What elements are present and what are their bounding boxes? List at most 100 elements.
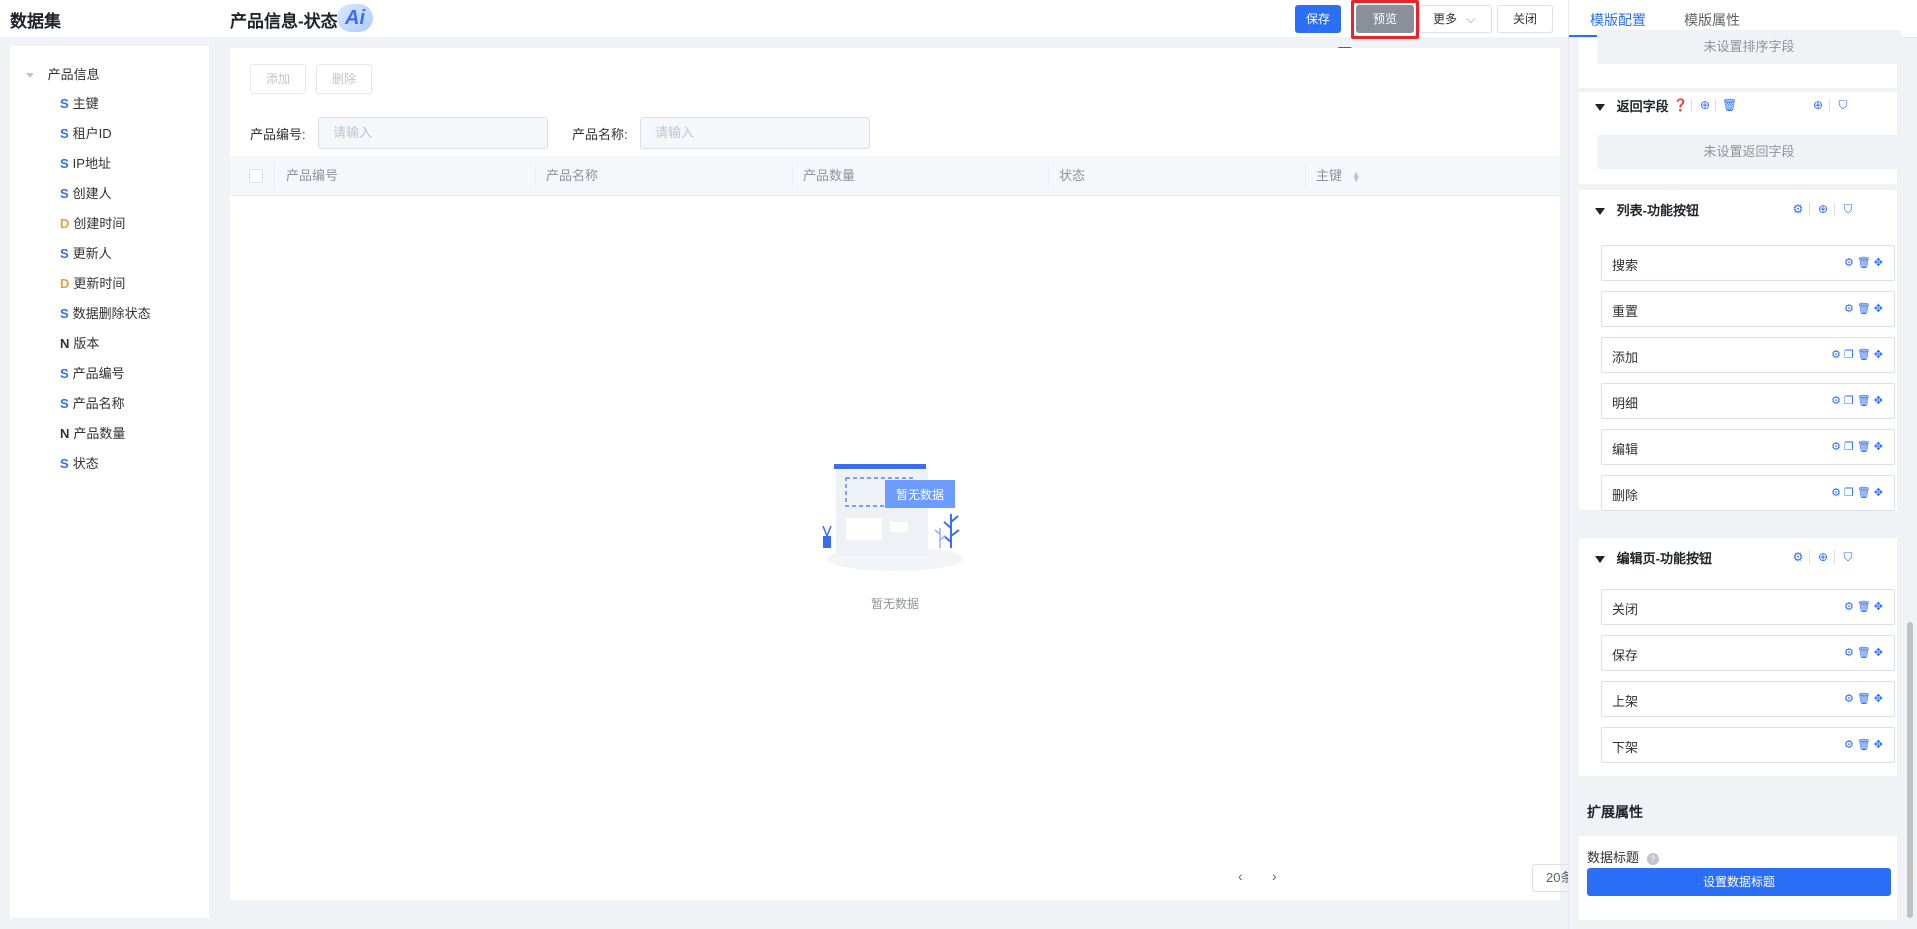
ai-badge-icon[interactable]: Ai — [337, 4, 373, 32]
gear-icon[interactable]: ⚙ — [1844, 693, 1857, 705]
column-divider — [535, 164, 536, 188]
trash-icon[interactable]: 🗑 — [1857, 441, 1874, 453]
field-type-badge: S — [60, 306, 69, 321]
tree-item[interactable]: S 产品名称 — [60, 393, 125, 412]
gear-icon[interactable]: ⚙ — [1844, 739, 1857, 751]
tree-item[interactable]: S 状态 — [60, 453, 99, 472]
help-icon[interactable]: ❓ — [1673, 98, 1688, 112]
move-icon[interactable]: ✥ — [1874, 257, 1886, 269]
gear-icon[interactable]: ⚙ — [1844, 601, 1857, 613]
function-button-row[interactable]: 添加 ⚙❐🗑✥ — [1601, 337, 1895, 373]
function-button-row[interactable]: 搜索 ⚙🗑✥ — [1601, 245, 1895, 281]
move-icon[interactable]: ✥ — [1874, 601, 1886, 613]
copy-icon[interactable]: ❐ — [1844, 487, 1857, 499]
tree-item[interactable]: N 版本 — [60, 333, 99, 352]
tree-item[interactable]: S 主键 — [60, 93, 99, 112]
function-button-row[interactable]: 下架 ⚙🗑✥ — [1601, 727, 1895, 763]
return-fields-header[interactable]: 返回字段 — [1595, 96, 1669, 115]
tab-template-config[interactable]: 模版配置 — [1590, 10, 1646, 30]
tree-item[interactable]: S IP地址 — [60, 153, 111, 172]
function-button-row[interactable]: 保存 ⚙🗑✥ — [1601, 635, 1895, 671]
tree-item[interactable]: S 租户ID — [60, 123, 112, 142]
add-button[interactable]: 添加 — [250, 64, 306, 94]
shield-icon[interactable]: ⛉ — [1841, 550, 1855, 564]
empty-state-illustration: 暂无数据 — [822, 464, 963, 571]
move-icon[interactable]: ✥ — [1874, 693, 1886, 705]
next-page-icon[interactable]: › — [1272, 868, 1277, 884]
plus-circle-icon[interactable]: ⊕ — [1816, 550, 1830, 564]
move-icon[interactable]: ✥ — [1874, 487, 1886, 499]
copy-icon[interactable]: ❐ — [1844, 349, 1857, 361]
select-all-checkbox[interactable] — [249, 169, 263, 183]
trash-icon[interactable]: 🗑 — [1857, 693, 1874, 705]
move-icon[interactable]: ✥ — [1874, 739, 1886, 751]
tree-item[interactable]: N 产品数量 — [60, 423, 125, 442]
function-button-row[interactable]: 重置 ⚙🗑✥ — [1601, 291, 1895, 327]
tree-item[interactable]: S 更新人 — [60, 243, 112, 262]
gear-icon[interactable]: ⚙ — [1831, 395, 1844, 407]
gear-icon[interactable]: ⚙ — [1791, 550, 1805, 564]
gear-icon[interactable]: ⚙ — [1844, 647, 1857, 659]
set-data-title-button[interactable]: 设置数据标题 — [1587, 868, 1891, 896]
function-button-label: 重置 — [1612, 304, 1639, 319]
copy-icon[interactable]: ❐ — [1844, 441, 1857, 453]
gear-icon[interactable]: ⚙ — [1791, 202, 1805, 216]
move-icon[interactable]: ✥ — [1874, 395, 1886, 407]
tree-item[interactable]: D 创建时间 — [60, 213, 125, 232]
tree-root-node[interactable]: 产品信息 — [26, 64, 100, 83]
trash-icon[interactable]: 🗑 — [1857, 647, 1874, 659]
product-no-input[interactable]: 请输入 — [318, 117, 548, 149]
gear-icon[interactable]: ⚙ — [1831, 487, 1844, 499]
shield-icon[interactable]: ⛉ — [1841, 202, 1855, 216]
function-button-row[interactable]: 编辑 ⚙❐🗑✥ — [1601, 429, 1895, 465]
product-name-input[interactable]: 请输入 — [640, 117, 870, 149]
move-icon[interactable]: ✥ — [1874, 349, 1886, 361]
trash-icon[interactable]: 🗑 — [1857, 349, 1874, 361]
help-icon[interactable]: ? — [1646, 853, 1659, 865]
plus-circle-icon[interactable]: ⊕ — [1811, 98, 1825, 112]
config-panel: 模版配置 模版属性 未设置排序字段 返回字段 ❓ ⊕ 🗑 ⊕ ⛉ 未设置返回字段… — [1568, 0, 1917, 929]
move-icon[interactable]: ✥ — [1874, 303, 1886, 315]
move-icon[interactable]: ✥ — [1874, 647, 1886, 659]
gear-icon[interactable]: ⚙ — [1844, 303, 1857, 315]
save-button[interactable]: 保存 — [1295, 5, 1341, 33]
function-button-row[interactable]: 上架 ⚙🗑✥ — [1601, 681, 1895, 717]
scrollbar[interactable] — [1907, 622, 1913, 918]
sortable-column-header[interactable]: 主键 ▲ ▼ — [1316, 156, 1361, 196]
shield-icon[interactable]: ⛉ — [1836, 98, 1850, 112]
tree-item[interactable]: S 创建人 — [60, 183, 112, 202]
sort-icon[interactable]: ▲ ▼ — [1352, 169, 1361, 183]
trash-icon[interactable]: 🗑 — [1857, 257, 1874, 269]
trash-icon[interactable]: 🗑 — [1857, 601, 1874, 613]
gear-icon[interactable]: ⚙ — [1831, 349, 1844, 361]
trash-icon[interactable]: 🗑 — [1857, 487, 1874, 499]
caret-down-icon — [1595, 556, 1605, 564]
prev-page-icon[interactable]: ‹ — [1238, 868, 1243, 884]
trash-icon[interactable]: 🗑 — [1857, 303, 1874, 315]
add-circle-icon[interactable]: ⊕ — [1698, 98, 1712, 112]
trash-icon[interactable]: 🗑 — [1857, 739, 1874, 751]
trash-icon[interactable]: 🗑 — [1722, 98, 1737, 112]
plus-circle-icon[interactable]: ⊕ — [1816, 202, 1830, 216]
gear-icon[interactable]: ⚙ — [1831, 441, 1844, 453]
field-type-badge: S — [60, 396, 69, 411]
gear-icon[interactable]: ⚙ — [1844, 257, 1857, 269]
list-buttons-header[interactable]: 列表-功能按钮 — [1595, 200, 1699, 219]
copy-icon[interactable]: ❐ — [1844, 395, 1857, 407]
tree-item[interactable]: S 产品编号 — [60, 363, 125, 382]
function-button-row[interactable]: 关闭 ⚙🗑✥ — [1601, 589, 1895, 625]
move-icon[interactable]: ✥ — [1874, 441, 1886, 453]
close-button[interactable]: 关闭 — [1497, 5, 1553, 33]
tree-item[interactable]: D 更新时间 — [60, 273, 125, 292]
field-type-badge: S — [60, 456, 69, 471]
tab-template-attributes[interactable]: 模版属性 — [1684, 10, 1740, 30]
field-type-badge: S — [60, 156, 69, 171]
tree-item[interactable]: S 数据删除状态 — [60, 303, 151, 322]
trash-icon[interactable]: 🗑 — [1857, 395, 1874, 407]
delete-button[interactable]: 删除 — [316, 64, 372, 94]
edit-buttons-header[interactable]: 编辑页-功能按钮 — [1595, 548, 1712, 567]
function-button-row[interactable]: 删除 ⚙❐🗑✥ — [1601, 475, 1895, 511]
function-button-row[interactable]: 明细 ⚙❐🗑✥ — [1601, 383, 1895, 419]
more-dropdown[interactable]: 更多 ⌵ — [1419, 5, 1492, 33]
main-preview-panel: 添加 删除 产品编号: 请输入 产品名称: 请输入 产品编号 产品名称 产品数量… — [230, 48, 1778, 900]
